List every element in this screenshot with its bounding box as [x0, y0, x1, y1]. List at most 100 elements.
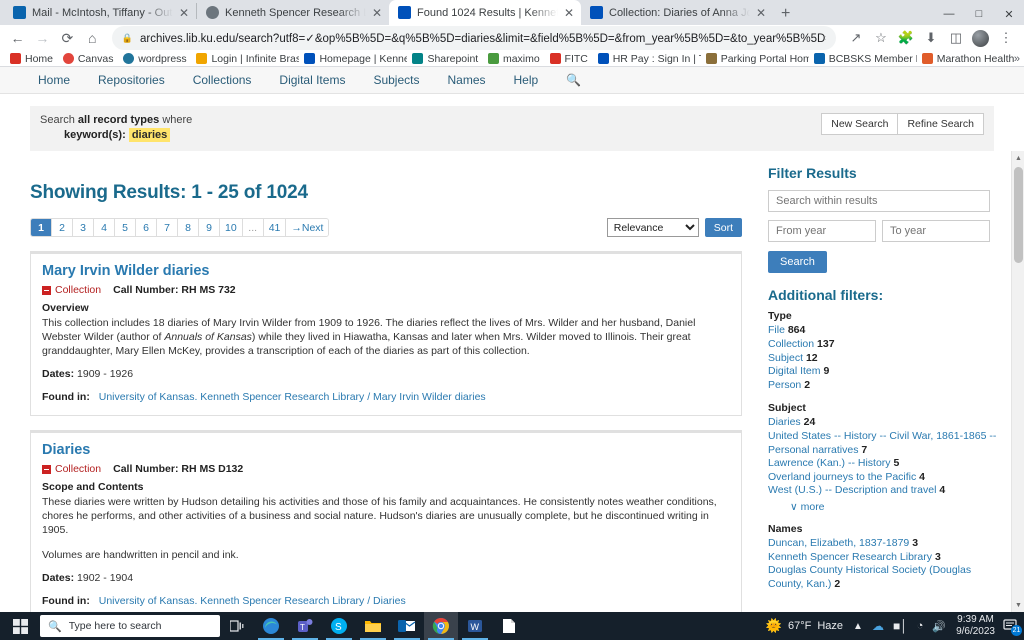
bookmark-item[interactable]: Marathon Health — [917, 53, 1019, 65]
reload-icon[interactable]: ⟳ — [56, 25, 79, 51]
sidepanel-icon[interactable]: ◫ — [944, 26, 968, 50]
browser-tab-3[interactable]: Collection: Diaries of Anna Johns ✕ — [581, 0, 773, 25]
next-page-button[interactable]: →Next — [286, 219, 329, 237]
filter-search-button[interactable]: Search — [768, 251, 827, 274]
bookmark-item[interactable]: Home — [5, 53, 58, 65]
scroll-down-arrow-icon[interactable]: ▼ — [1012, 598, 1024, 612]
page-button-7[interactable]: 7 — [157, 219, 178, 237]
taskbar-clock[interactable]: 9:39 AM 9/6/2023 — [956, 614, 1003, 638]
close-icon[interactable]: ✕ — [179, 7, 189, 19]
found-in-link[interactable]: University of Kansas. Kenneth Spencer Re… — [99, 391, 486, 403]
facet-item[interactable]: Duncan, Elizabeth, 1837-1879 3 — [768, 537, 1002, 551]
page-button-9[interactable]: 9 — [199, 219, 220, 237]
minimize-icon[interactable]: — — [934, 0, 964, 28]
weather-widget[interactable]: 🌞 67°F Haze — [766, 618, 853, 634]
from-year-input[interactable] — [768, 220, 876, 243]
new-tab-button[interactable]: + — [773, 6, 798, 25]
close-icon[interactable]: ✕ — [372, 7, 382, 19]
bookmark-item[interactable]: Sharepoint — [407, 53, 483, 65]
chevron-up-icon[interactable]: ▲ — [853, 621, 863, 632]
facet-item[interactable]: Overland journeys to the Pacific 4 — [768, 471, 1002, 485]
page-button-4[interactable]: 4 — [94, 219, 115, 237]
extensions-puzzle-icon[interactable]: 🧩 — [894, 26, 918, 50]
bookmark-item[interactable]: HR Pay : Sign In | T... — [593, 53, 701, 65]
bookmark-item[interactable]: maximo — [483, 53, 545, 65]
close-icon[interactable]: ✕ — [564, 7, 574, 19]
windows-start-icon[interactable] — [0, 618, 40, 634]
back-icon[interactable]: ← — [6, 25, 29, 51]
refine-search-button[interactable]: Refine Search — [898, 113, 984, 136]
bookmark-item[interactable]: Homepage | Kennet... — [299, 53, 407, 65]
bookmark-item[interactable]: Canvas — [58, 53, 118, 65]
found-in-link[interactable]: University of Kansas. Kenneth Spencer Re… — [99, 595, 406, 607]
page-button-1[interactable]: 1 — [31, 219, 52, 237]
chrome-menu-icon[interactable]: ⋮ — [994, 26, 1018, 50]
to-year-input[interactable] — [882, 220, 990, 243]
sort-select[interactable]: Relevance Title Date — [606, 218, 699, 238]
skype-icon[interactable]: S — [322, 612, 356, 640]
close-icon[interactable]: ✕ — [756, 7, 766, 19]
facet-item[interactable]: Kenneth Spencer Research Library 3 — [768, 551, 1002, 565]
new-search-button[interactable]: New Search — [821, 113, 899, 136]
close-window-icon[interactable]: ✕ — [994, 0, 1024, 28]
maximize-icon[interactable]: □ — [964, 0, 994, 28]
facet-item[interactable]: Collection 137 — [768, 338, 1002, 352]
file-explorer-icon[interactable] — [356, 612, 390, 640]
edge-icon[interactable] — [254, 612, 288, 640]
result-title[interactable]: Mary Irvin Wilder diaries — [42, 263, 730, 279]
outlook-icon[interactable] — [390, 612, 424, 640]
document-icon[interactable] — [492, 612, 526, 640]
volume-icon[interactable]: 🔊 — [932, 620, 946, 633]
bookmark-star-icon[interactable]: ☆ — [869, 26, 893, 50]
result-title[interactable]: Diaries — [42, 442, 730, 458]
bookmark-item[interactable]: wordpress — [118, 53, 191, 65]
page-button-2[interactable]: 2 — [52, 219, 73, 237]
scroll-up-arrow-icon[interactable]: ▲ — [1012, 151, 1024, 165]
task-view-icon[interactable] — [220, 620, 254, 632]
page-button-41[interactable]: 41 — [263, 219, 287, 237]
sidebar-item-names[interactable]: Names — [433, 67, 499, 94]
result-card[interactable]: Mary Irvin Wilder diaries Collection Cal… — [30, 251, 742, 417]
search-icon[interactable]: 🔍 — [552, 73, 595, 87]
page-button-5[interactable]: 5 — [115, 219, 136, 237]
chrome-icon[interactable] — [424, 612, 458, 640]
facet-item[interactable]: Subject 12 — [768, 352, 1002, 366]
facet-item[interactable]: Douglas County Historical Society (Dougl… — [768, 564, 1002, 591]
facet-item[interactable]: Digital Item 9 — [768, 365, 1002, 379]
facet-item[interactable]: Lawrence (Kan.) -- History 5 — [768, 457, 1002, 471]
home-icon[interactable]: ⌂ — [81, 25, 104, 51]
taskbar-search-input[interactable]: 🔍 Type here to search — [40, 615, 220, 637]
page-button-8[interactable]: 8 — [178, 219, 199, 237]
facet-item[interactable]: West (U.S.) -- Description and travel 4 — [768, 484, 1002, 498]
bookmark-item[interactable]: FITC — [545, 53, 593, 65]
battery-icon[interactable]: ■│ — [893, 619, 908, 633]
facet-more-toggle[interactable]: ∨ more — [790, 501, 1002, 513]
sidebar-item-collections[interactable]: Collections — [179, 67, 266, 94]
facet-item[interactable]: File 864 — [768, 324, 1002, 338]
notification-center-icon[interactable]: 21 — [1003, 618, 1024, 636]
sidebar-item-home[interactable]: Home — [24, 67, 84, 94]
sidebar-item-subjects[interactable]: Subjects — [359, 67, 433, 94]
browser-tab-1[interactable]: Kenneth Spencer Research Librar ✕ — [197, 0, 389, 25]
page-scrollbar[interactable]: ▲ ▼ — [1011, 151, 1024, 612]
browser-tab-0[interactable]: Mail - McIntosh, Tiffany - Outloo ✕ — [4, 0, 196, 25]
sidebar-item-help[interactable]: Help — [500, 67, 553, 94]
teams-icon[interactable]: T — [288, 612, 322, 640]
onedrive-icon[interactable]: ☁ — [872, 619, 884, 633]
page-button-3[interactable]: 3 — [73, 219, 94, 237]
word-icon[interactable]: W — [458, 612, 492, 640]
sidebar-item-repositories[interactable]: Repositories — [84, 67, 179, 94]
browser-tab-2[interactable]: Found 1024 Results | Kenneth Sp ✕ — [389, 0, 581, 25]
bookmark-item[interactable]: Parking Portal Home — [701, 53, 809, 65]
page-button-6[interactable]: 6 — [136, 219, 157, 237]
sidebar-item-digital-items[interactable]: Digital Items — [265, 67, 359, 94]
forward-icon[interactable]: → — [31, 25, 54, 51]
address-bar[interactable]: 🔒 archives.lib.ku.edu/search?utf8=✓&op%5… — [111, 26, 836, 50]
wifi-icon[interactable]: ◔ — [917, 620, 924, 632]
scrollbar-thumb[interactable] — [1014, 167, 1023, 264]
bookmarks-overflow-icon[interactable]: » — [1014, 53, 1020, 65]
facet-item[interactable]: Diaries 24 — [768, 416, 1002, 430]
page-button-10[interactable]: 10 — [220, 219, 243, 237]
bookmark-item[interactable]: BCBSKS Member D... — [809, 53, 917, 65]
profile-avatar-icon[interactable] — [969, 26, 993, 50]
